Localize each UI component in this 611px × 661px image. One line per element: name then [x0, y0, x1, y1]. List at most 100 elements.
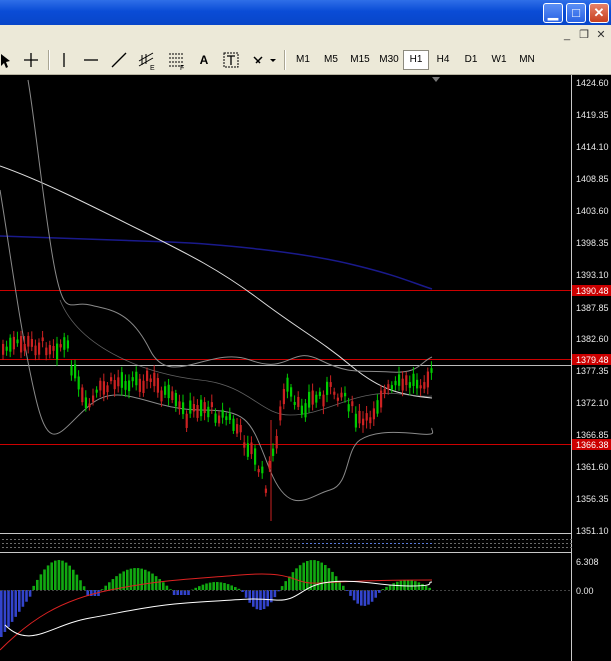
indicator-dot: [6, 539, 8, 540]
price-tick: 1382.60: [576, 334, 609, 344]
indicator-dot: [174, 547, 176, 548]
equidistant-channel-icon[interactable]: E: [136, 49, 160, 71]
mdi-close-icon[interactable]: ✕: [593, 28, 609, 42]
indicator-dot: [422, 547, 424, 548]
trendline-tool-icon[interactable]: [108, 49, 130, 71]
histogram-bar: [374, 590, 377, 598]
toolbar-separator: [284, 50, 286, 70]
indicator-dot: [554, 547, 556, 548]
indicator-dot: [554, 539, 556, 540]
indicator-dot: [190, 547, 192, 548]
candle-body: [142, 380, 145, 393]
indicator-dot: [102, 539, 104, 540]
indicator-dot: [78, 547, 80, 548]
candle-body: [63, 337, 66, 350]
text-label-tool-icon[interactable]: [220, 49, 242, 71]
text-tool-button[interactable]: A: [196, 49, 212, 71]
indicator-dot: [294, 539, 296, 540]
candle-body: [358, 410, 361, 424]
indicator-dot: [258, 543, 260, 544]
chart-shift-marker[interactable]: [432, 77, 440, 82]
indicator-dot: [442, 543, 444, 544]
arrows-dropdown-icon[interactable]: [250, 49, 278, 71]
crosshair-tool-icon[interactable]: [20, 49, 42, 71]
timeframe-m30[interactable]: M30: [375, 50, 403, 70]
close-button[interactable]: ✕: [589, 3, 609, 23]
candle-body: [110, 377, 113, 382]
candle-body: [333, 391, 336, 395]
indicator-dot: [442, 539, 444, 540]
histogram-bar: [133, 568, 136, 590]
minimize-button[interactable]: ▁: [543, 3, 563, 23]
indicator-dot: [142, 547, 144, 548]
indicator-dot: [506, 543, 508, 544]
timeframe-mn[interactable]: MN: [514, 50, 540, 70]
indicator-dot: [286, 543, 288, 544]
histogram-bar: [216, 582, 219, 590]
candle-body: [387, 384, 390, 390]
indicator-dot: [402, 543, 404, 544]
histogram-bar: [280, 586, 284, 590]
indicator-dot: [486, 543, 488, 544]
indicator-dot: [186, 547, 188, 548]
indicator-dot: [322, 539, 324, 540]
indicator-dot: [186, 539, 188, 540]
horizontal-line-tool-icon[interactable]: [80, 49, 102, 71]
moving-average-fast: [0, 165, 433, 399]
timeframe-m1[interactable]: M1: [290, 50, 316, 70]
indicator-dot: [198, 539, 200, 540]
indicator-dot: [558, 539, 560, 540]
histogram-bar: [424, 585, 428, 590]
timeframe-d1[interactable]: D1: [458, 50, 484, 70]
indicator-dot: [226, 539, 228, 540]
indicator-dot: [154, 547, 156, 548]
vertical-line-tool-icon[interactable]: [54, 49, 74, 71]
indicator-dot: [86, 543, 88, 544]
fibonacci-retracement-icon[interactable]: F: [166, 49, 190, 71]
candle-body: [27, 335, 30, 347]
timeframe-h4[interactable]: H4: [430, 50, 456, 70]
cursor-tool-icon[interactable]: [0, 49, 14, 71]
indicator-dot: [406, 539, 408, 540]
indicator-dot: [154, 543, 156, 544]
indicator-dot: [138, 543, 140, 544]
timeframe-w1[interactable]: W1: [486, 50, 512, 70]
indicator-dot: [218, 539, 220, 540]
indicator-dot: [354, 547, 356, 548]
histogram-bar: [288, 576, 291, 590]
timeframe-m15[interactable]: M15: [346, 50, 374, 70]
indicator-dot: [350, 539, 352, 540]
timeframe-h1[interactable]: H1: [403, 50, 429, 70]
candle-body: [160, 390, 163, 402]
indicator-dot: [346, 543, 348, 544]
indicator-dot: [342, 543, 344, 544]
price-chart[interactable]: 1424.60 1419.35 1414.10 1408.85 1403.60 …: [0, 75, 611, 661]
indicator-dot: [50, 539, 52, 540]
indicator-dot: [358, 543, 360, 544]
indicator-dot: [246, 539, 248, 540]
indicator-dot: [390, 539, 392, 540]
indicator-dot: [526, 543, 528, 544]
indicator-dot: [498, 547, 500, 548]
indicator-dot: [434, 543, 436, 544]
indicator-dot: [218, 543, 220, 544]
indicator-dot: [302, 547, 304, 548]
indicator-dot: [198, 547, 200, 548]
candle-body: [416, 379, 419, 389]
indicator-dot: [238, 543, 240, 544]
indicator-dot: [402, 539, 404, 540]
indicator-dot: [334, 543, 336, 544]
mdi-minimize-icon[interactable]: _: [559, 28, 575, 42]
indicator-dot: [118, 543, 120, 544]
indicator-dot: [186, 543, 188, 544]
upper-band: [27, 79, 433, 373]
indicator-dot: [378, 539, 380, 540]
indicator-dot: [378, 547, 380, 548]
indicator-dot: [158, 543, 160, 544]
timeframe-m5[interactable]: M5: [318, 50, 344, 70]
mdi-restore-icon[interactable]: ❐: [576, 28, 592, 42]
candle-body: [117, 377, 120, 387]
indicator-dot: [210, 547, 212, 548]
maximize-button[interactable]: □: [566, 3, 586, 23]
price-tick: 1408.85: [576, 174, 609, 184]
